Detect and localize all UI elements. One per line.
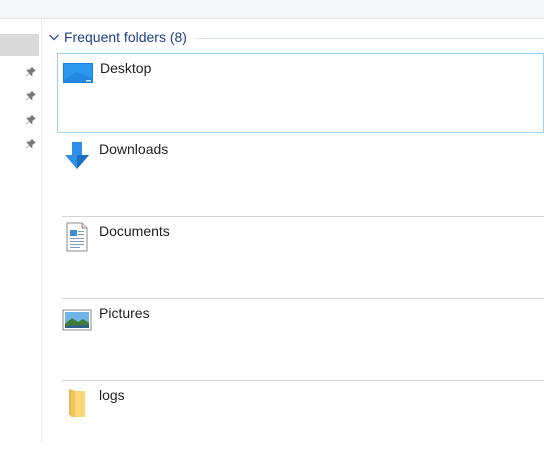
folder-tile-pictures[interactable]: Pictures <box>57 299 544 379</box>
folder-name: Documents <box>99 223 170 239</box>
pin-icon[interactable] <box>25 114 37 126</box>
folder-icon <box>69 389 85 417</box>
desktop-icon <box>63 63 93 83</box>
group-title: Frequent folders (8) <box>64 29 187 45</box>
downloads-icon <box>65 142 89 169</box>
folder-name: Pictures <box>99 305 150 321</box>
group-divider <box>194 37 544 39</box>
top-strip <box>0 0 544 19</box>
folder-tile-documents[interactable]: Documents <box>57 217 544 297</box>
folder-tile-logs[interactable]: logs <box>57 381 544 461</box>
navigation-pane <box>0 19 42 442</box>
folder-name: Downloads <box>99 141 169 157</box>
frequent-folders-header[interactable]: Frequent folders (8) <box>48 28 544 46</box>
documents-icon <box>66 222 88 252</box>
pin-icon[interactable] <box>25 66 37 78</box>
pictures-icon <box>62 309 92 331</box>
chevron-down-icon[interactable] <box>48 31 60 43</box>
folder-tile-downloads[interactable]: Downloads <box>57 135 544 215</box>
folder-tile-desktop[interactable]: Desktop <box>57 53 544 133</box>
folder-name: logs <box>99 387 125 403</box>
pin-icon[interactable] <box>25 138 37 150</box>
folder-name: Desktop <box>100 60 152 76</box>
nav-item-selected[interactable] <box>0 34 39 56</box>
pin-icon[interactable] <box>25 90 37 102</box>
